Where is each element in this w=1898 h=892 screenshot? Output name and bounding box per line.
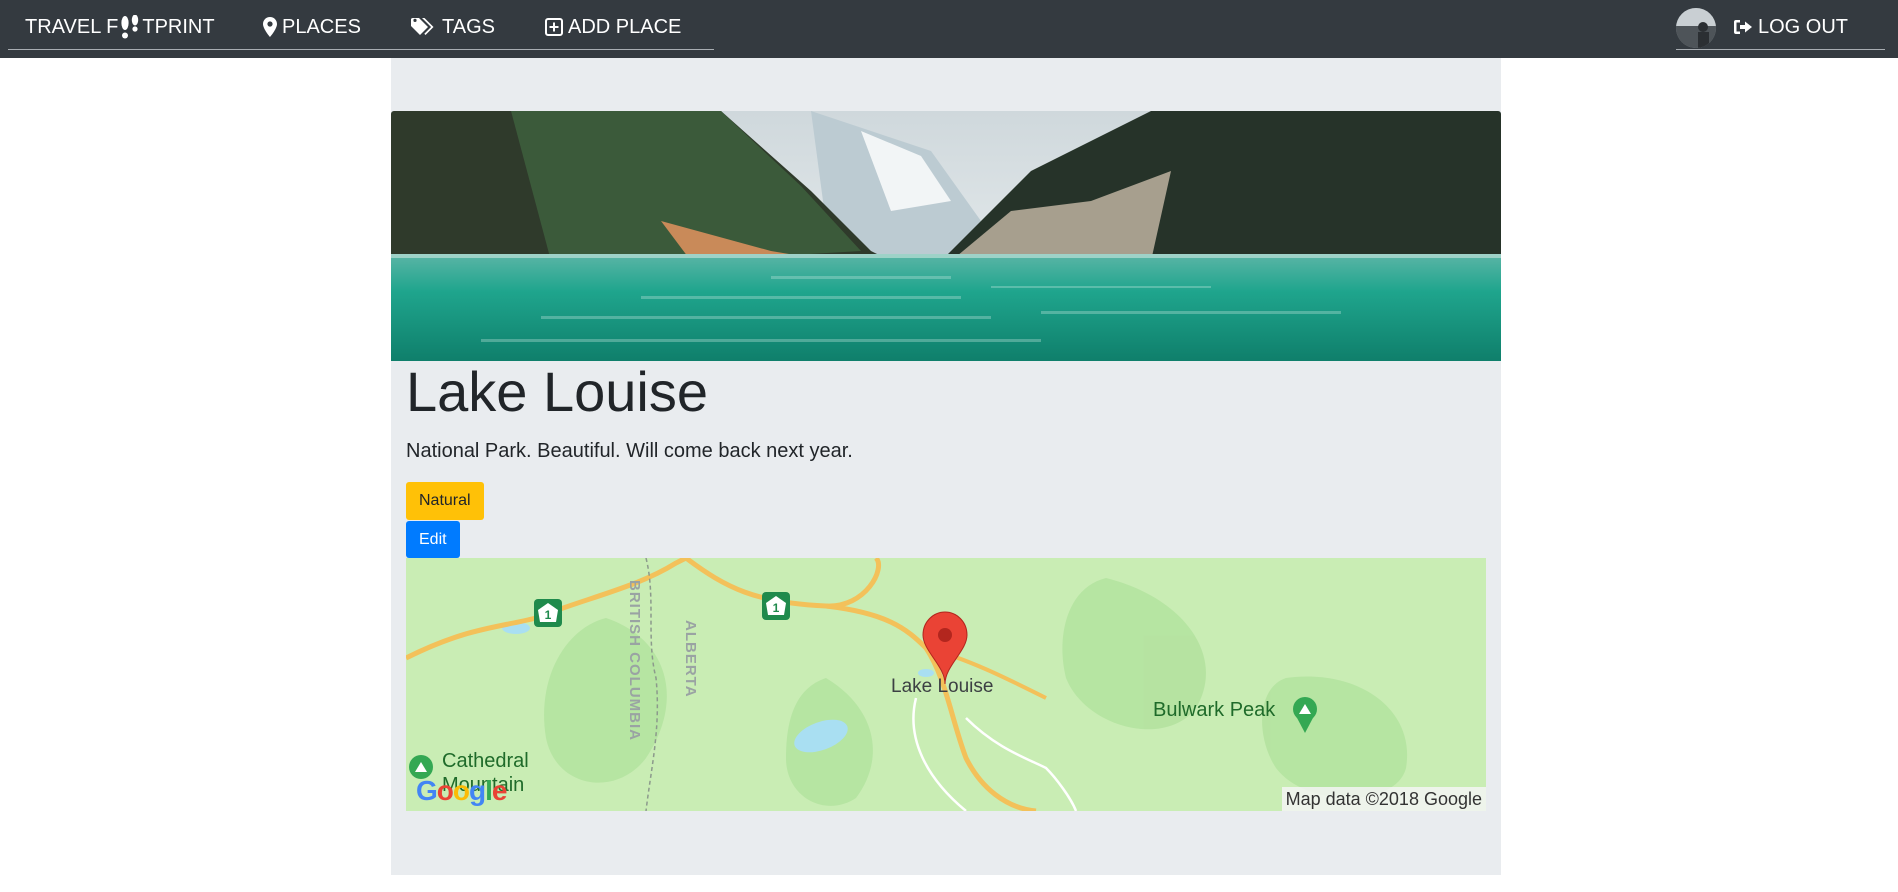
map-label-lake-louise: Lake Louise	[891, 676, 994, 697]
highway-shield-left: 1	[534, 599, 562, 627]
brand-text-end: TPRINT	[142, 16, 215, 38]
edit-button[interactable]: Edit	[406, 521, 460, 558]
brand-link[interactable]: TRAVEL F TPRINT	[25, 14, 215, 40]
svg-text:1: 1	[773, 601, 780, 615]
place-title: Lake Louise	[406, 360, 709, 423]
place-banner-image	[391, 111, 1501, 361]
place-description: National Park. Beautiful. Will come back…	[406, 440, 853, 462]
sign-out-icon	[1733, 18, 1753, 36]
place-map[interactable]: 1 1 BRITISH COLUMBIA ALBERTA Lake Louise…	[406, 558, 1486, 811]
nav-add-place-label: ADD PLACE	[568, 16, 682, 38]
highway-shield-right: 1	[762, 592, 790, 620]
tag-natural-button[interactable]: Natural	[406, 482, 484, 520]
place-jumbotron: Lake Louise National Park. Beautiful. Wi…	[391, 58, 1501, 875]
map-marker-icon	[263, 17, 277, 37]
plus-square-icon	[545, 18, 563, 36]
svg-text:1: 1	[545, 608, 552, 622]
nav-places[interactable]: PLACES	[263, 14, 361, 40]
user-avatar[interactable]	[1676, 8, 1716, 48]
nav-tags[interactable]: TAGS	[411, 14, 495, 40]
svg-text:ALBERTA: ALBERTA	[682, 620, 699, 698]
map-label-cathedral: Cathedral	[442, 750, 529, 772]
svg-text:BRITISH COLUMBIA: BRITISH COLUMBIA	[626, 580, 643, 741]
map-attribution[interactable]: Map data ©2018 Google	[1281, 787, 1486, 811]
map-label-bulwark-peak: Bulwark Peak	[1153, 699, 1276, 721]
nav-tags-label: TAGS	[442, 16, 495, 38]
navbar: TRAVEL F TPRINT PLACES TAGS ADD PLACE LO…	[0, 0, 1898, 58]
tags-icon	[411, 17, 437, 37]
google-logo: Google	[416, 775, 507, 806]
nav-add-place[interactable]: ADD PLACE	[545, 14, 681, 40]
brand-text-start: TRAVEL F	[25, 16, 119, 38]
nav-places-label: PLACES	[282, 16, 361, 38]
footprints-icon	[119, 14, 141, 40]
nav-logout[interactable]: LOG OUT	[1733, 14, 1848, 40]
nav-logout-label: LOG OUT	[1758, 16, 1849, 38]
